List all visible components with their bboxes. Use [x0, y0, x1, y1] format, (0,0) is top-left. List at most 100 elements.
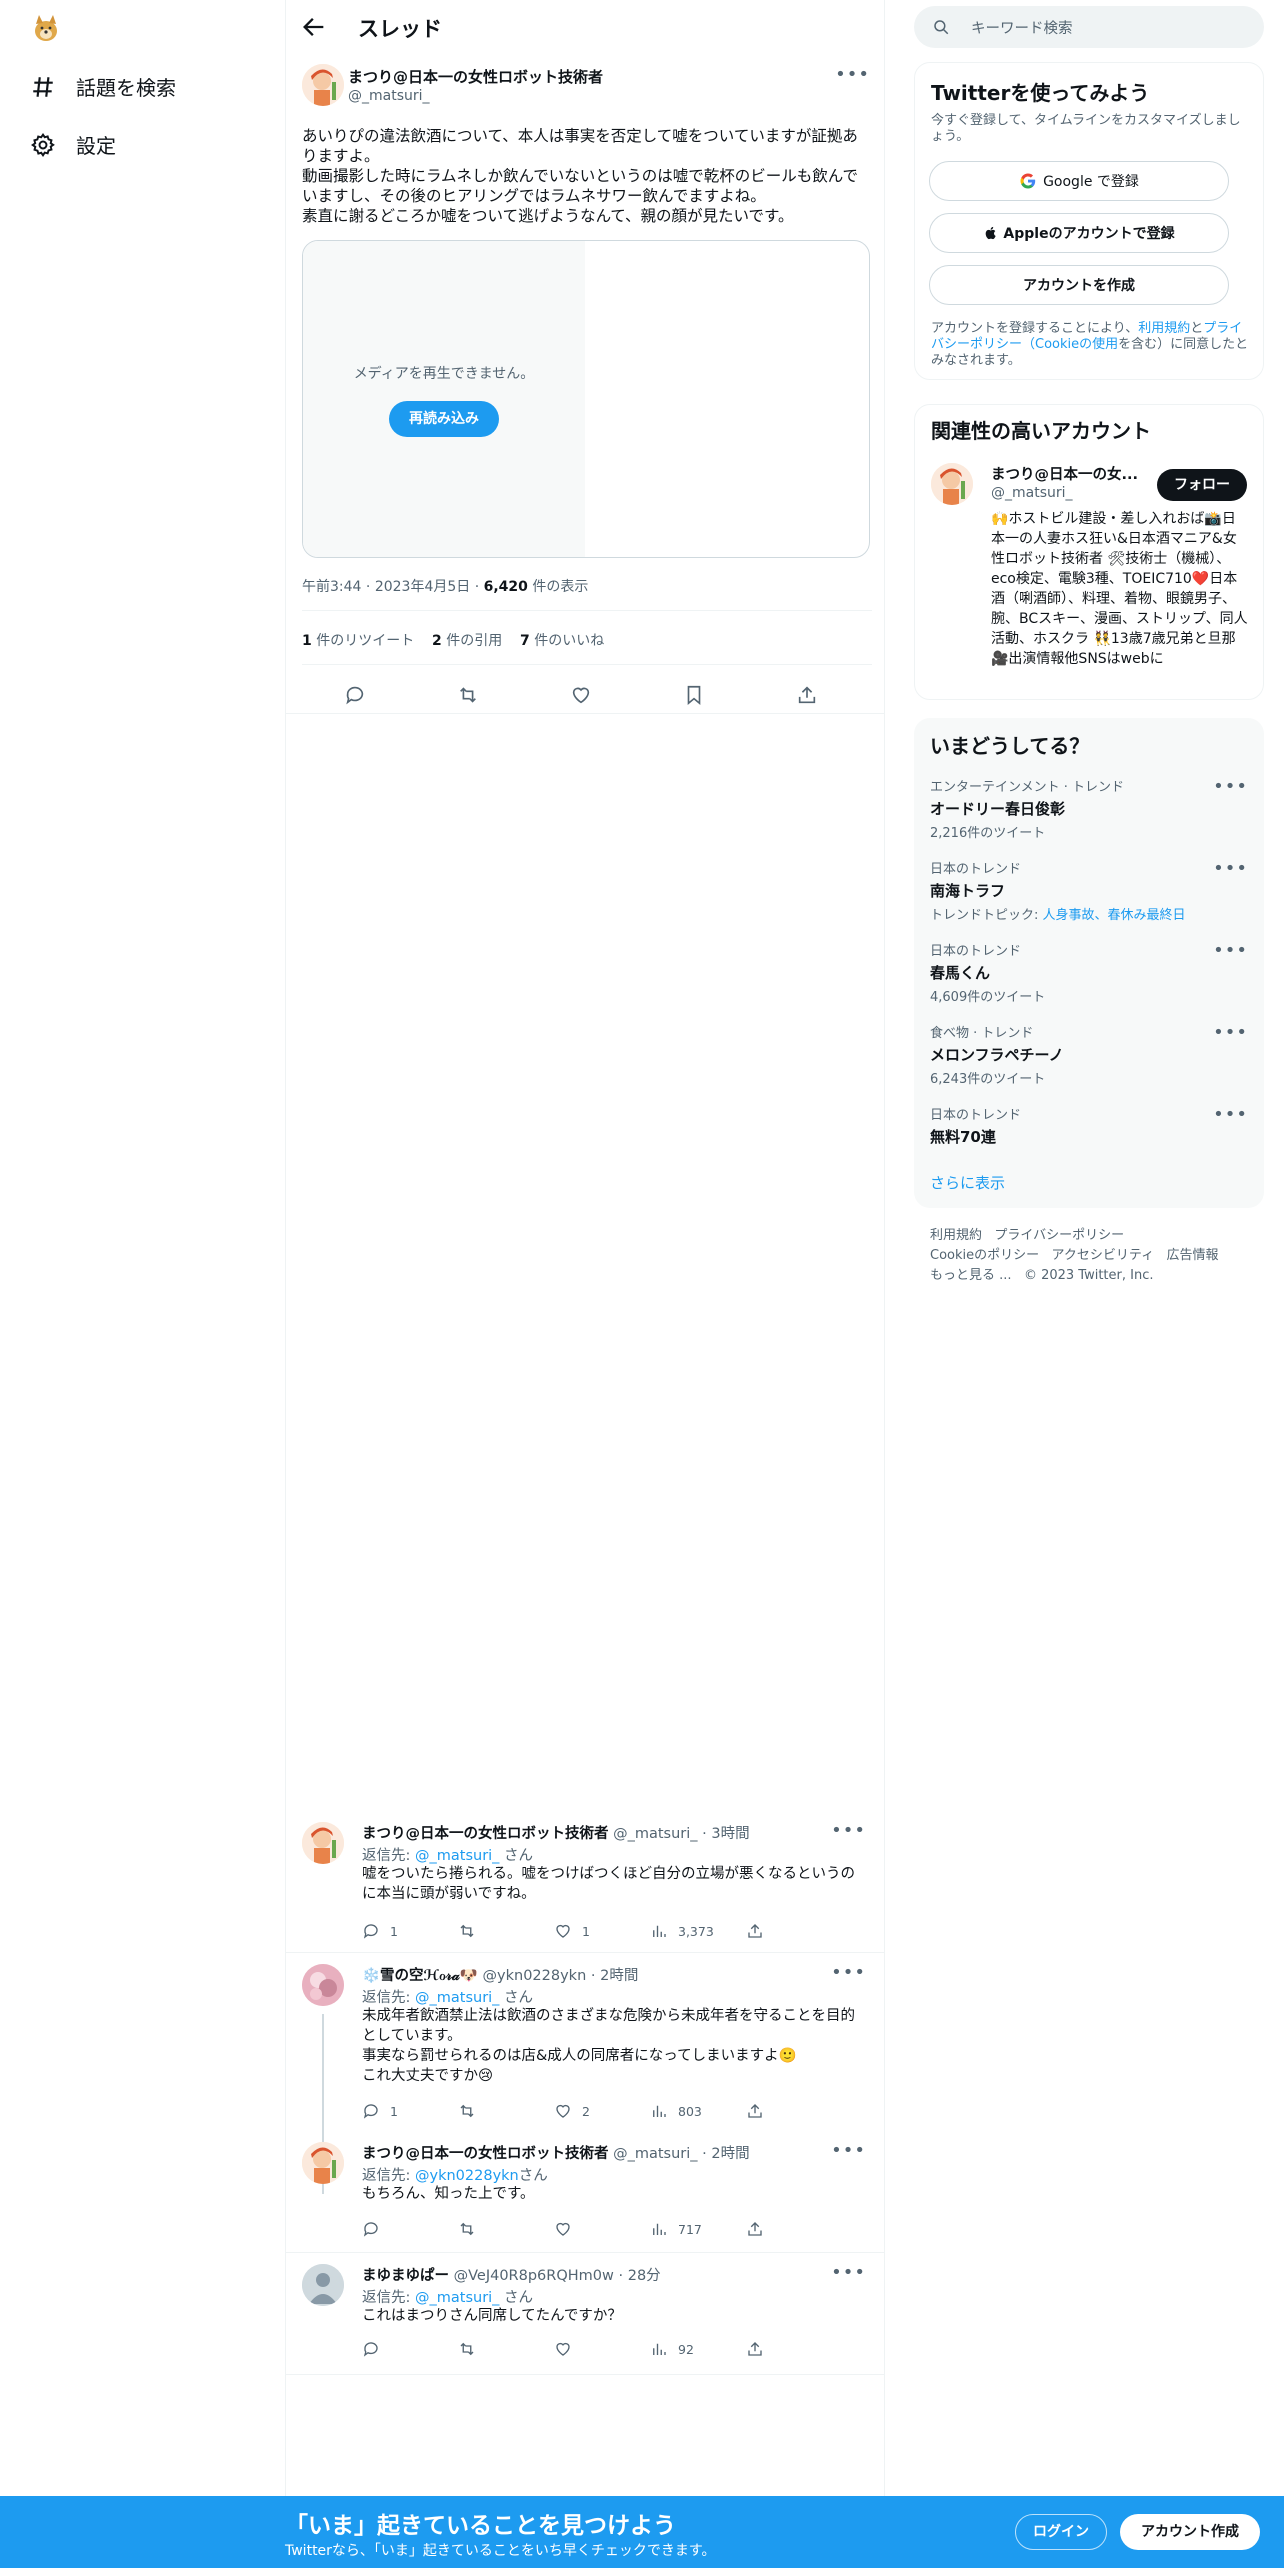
media-player[interactable]: メディアを再生できません。 再読み込み — [302, 240, 870, 558]
retweet-button[interactable] — [458, 2102, 486, 2120]
more-options-icon[interactable]: ••• — [831, 2262, 866, 2283]
reply-tweet[interactable]: まつり@日本一の女性ロボット技術者 @_matsuri_ · 2時間 ••• 返… — [286, 2140, 884, 2252]
tweet-actions — [302, 674, 872, 714]
reply-time[interactable]: · 2時間 — [702, 2146, 749, 2162]
reply-to-link[interactable]: @_matsuri_ — [415, 1848, 499, 1864]
reply-to-link[interactable]: @_matsuri_ — [415, 2290, 499, 2306]
reply-author-name[interactable]: まつり@日本一の女性ロボット技術者 — [362, 2146, 609, 2162]
reply-tweet[interactable]: ❄️雪の空ℋℴ𝓇𝒶🐶 @ykn0228ykn · 2時間 ••• 返信先: @_… — [286, 1962, 884, 2194]
like-heart-icon[interactable] — [570, 684, 592, 706]
more-options-icon[interactable]: ••• — [1213, 1104, 1248, 1125]
apple-signup-button[interactable]: Appleのアカウントで登録 — [929, 213, 1229, 253]
like-button[interactable] — [554, 2340, 582, 2358]
more-options-icon[interactable]: ••• — [1213, 1022, 1248, 1043]
author-name[interactable]: まつり@日本一の女性ロボット技術者 — [348, 66, 603, 87]
search-box[interactable]: キーワード検索 — [914, 6, 1264, 48]
footer-copyright: © 2023 Twitter, Inc. — [1023, 1268, 1154, 1283]
show-more-link[interactable]: さらに表示 — [930, 1172, 1005, 1193]
more-options-icon[interactable]: ••• — [835, 64, 870, 85]
login-button[interactable]: ログイン — [1015, 2514, 1107, 2550]
create-account-button[interactable]: アカウントを作成 — [929, 265, 1229, 305]
views-button[interactable]: 92 — [650, 2340, 694, 2358]
trend-item[interactable]: 日本のトレンド 春馬くん 4,609件のツイート ••• — [930, 940, 1248, 1005]
tweet-timestamp[interactable]: 午前3:44 · 2023年4月5日 · 6,420 件の表示 — [302, 576, 588, 596]
reply-tweet[interactable]: まゆまゆぱー @VeJ40R8p6RQHm0w · 28分 ••• 返信先: @… — [286, 2262, 884, 2374]
avatar[interactable] — [302, 2142, 344, 2184]
views-button[interactable]: 3,373 — [650, 1922, 714, 1940]
reply-icon — [363, 2342, 378, 2357]
author-handle[interactable]: @_matsuri_ — [348, 88, 430, 104]
avatar[interactable] — [302, 1822, 344, 1864]
share-button[interactable] — [746, 2340, 774, 2358]
reply-time[interactable]: · 2時間 — [591, 1968, 638, 1984]
views-button[interactable]: 717 — [650, 2220, 702, 2238]
reply-author-handle[interactable]: @_matsuri_ — [613, 2146, 697, 2162]
trend-item[interactable]: 食べ物 · トレンド メロンフラペチーノ 6,243件のツイート ••• — [930, 1022, 1248, 1087]
reply-author-name[interactable]: まゆまゆぱー — [362, 2268, 449, 2284]
footer-cookie-link[interactable]: Cookieのポリシー — [930, 1248, 1039, 1263]
reply-button[interactable]: 1 — [362, 1922, 398, 1940]
reply-button[interactable] — [362, 2220, 390, 2238]
follow-button[interactable]: フォロー — [1157, 469, 1247, 501]
terms-link[interactable]: 利用規約 — [1138, 321, 1190, 336]
trend-item[interactable]: 日本のトレンド 南海トラフ トレンドトピック: 人身事故、春休み最終日 ••• — [930, 858, 1248, 923]
back-arrow-icon[interactable] — [300, 13, 328, 41]
trend-item[interactable]: 日本のトレンド 無料70連 ••• — [930, 1104, 1248, 1147]
retweet-icon[interactable] — [457, 684, 479, 706]
more-options-icon[interactable]: ••• — [831, 1962, 866, 1983]
footer-more-link[interactable]: もっと見る ... — [930, 1268, 1012, 1283]
share-button[interactable] — [746, 2220, 774, 2238]
avatar[interactable] — [302, 1964, 344, 2006]
reply-author-name[interactable]: ❄️雪の空ℋℴ𝓇𝒶🐶 — [362, 1968, 478, 1984]
reply-button[interactable] — [362, 2340, 390, 2358]
reply-to-link[interactable]: @ykn0228ykn — [415, 2168, 519, 2184]
retweet-button[interactable] — [458, 1922, 486, 1940]
like-button[interactable]: 1 — [554, 1922, 590, 1940]
relevant-account-handle[interactable]: @_matsuri_ — [991, 485, 1073, 501]
doge-logo-icon[interactable] — [30, 12, 62, 44]
share-button[interactable] — [746, 1922, 774, 1940]
more-options-icon[interactable]: ••• — [1213, 858, 1248, 879]
retweet-icon — [460, 1924, 474, 1938]
reply-author-handle[interactable]: @VeJ40R8p6RQHm0w — [454, 2268, 614, 2284]
share-icon[interactable] — [796, 684, 818, 706]
reply-button[interactable]: 1 — [362, 2102, 398, 2120]
reply-author-handle[interactable]: @ykn0228ykn — [483, 1968, 587, 1984]
views-button[interactable]: 803 — [650, 2102, 702, 2120]
trend-item[interactable]: エンターテインメント · トレンド オードリー春日俊彰 2,216件のツイート … — [930, 776, 1248, 841]
relevant-account-name[interactable]: まつり@日本一の女... — [991, 463, 1138, 484]
reply-icon[interactable] — [344, 684, 366, 706]
google-signup-button[interactable]: Google で登録 — [929, 161, 1229, 201]
footer-accessibility-link[interactable]: アクセシビリティ — [1052, 1248, 1155, 1263]
footer-terms-link[interactable]: 利用規約 — [930, 1228, 982, 1243]
more-options-icon[interactable]: ••• — [831, 1820, 866, 1841]
retweet-button[interactable] — [458, 2340, 486, 2358]
more-options-icon[interactable]: ••• — [1213, 776, 1248, 797]
avatar[interactable] — [931, 463, 973, 505]
reply-author-name[interactable]: まつり@日本一の女性ロボット技術者 — [362, 1826, 609, 1842]
reply-tweet[interactable]: まつり@日本一の女性ロボット技術者 @_matsuri_ · 3時間 ••• 返… — [286, 1820, 884, 1952]
more-options-icon[interactable]: ••• — [1213, 940, 1248, 961]
footer-privacy-link[interactable]: プライバシーポリシー — [994, 1228, 1124, 1243]
reply-to-link[interactable]: @_matsuri_ — [415, 1990, 499, 2006]
share-button[interactable] — [746, 2102, 774, 2120]
like-button[interactable] — [554, 2220, 582, 2238]
quotes-stat[interactable]: 2 件の引用 — [432, 633, 502, 649]
default-avatar-icon[interactable] — [302, 2264, 344, 2306]
trend-topic-links[interactable]: 人身事故、春休み最終日 — [1043, 908, 1186, 923]
nav-settings[interactable]: 設定 — [30, 130, 116, 159]
footer-ads-link[interactable]: 広告情報 — [1167, 1248, 1219, 1263]
more-options-icon[interactable]: ••• — [831, 2140, 866, 2161]
like-button[interactable]: 2 — [554, 2102, 590, 2120]
reply-author-handle[interactable]: @_matsuri_ — [613, 1826, 697, 1842]
nav-explore[interactable]: 話題を検索 — [30, 72, 176, 101]
retweets-stat[interactable]: 1 件のリツイート — [302, 633, 414, 649]
retweet-button[interactable] — [458, 2220, 486, 2238]
avatar[interactable] — [302, 64, 344, 106]
likes-stat[interactable]: 7 件のいいね — [520, 633, 604, 649]
signup-button[interactable]: アカウント作成 — [1120, 2514, 1260, 2550]
reload-button[interactable]: 再読み込み — [389, 401, 499, 437]
reply-time[interactable]: · 3時間 — [702, 1826, 749, 1842]
bookmark-icon[interactable] — [683, 684, 705, 706]
reply-time[interactable]: · 28分 — [619, 2268, 661, 2284]
